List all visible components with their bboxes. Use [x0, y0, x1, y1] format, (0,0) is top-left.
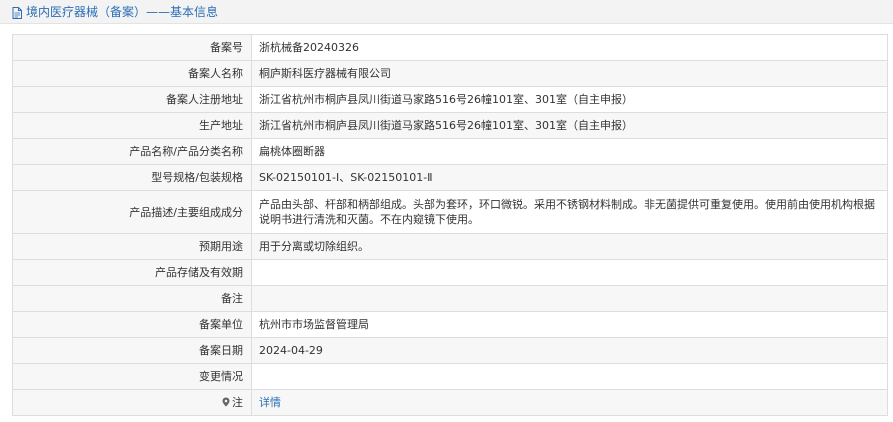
info-table-container: 备案号 浙杭械备20240326 备案人名称 桐庐斯科医疗器械有限公司 备案人注… — [12, 34, 888, 416]
table-row: 产品描述/主要组成成分 产品由头部、杆部和柄部组成。头部为套环，环口微锐。采用不… — [12, 190, 888, 234]
registered-address-label: 备案人注册地址 — [12, 86, 252, 113]
table-row: 生产地址 浙江省杭州市桐庐县凤川街道马家路516号26幢101室、301室（自主… — [12, 112, 888, 139]
info-table: 备案号 浙杭械备20240326 备案人名称 桐庐斯科医疗器械有限公司 备案人注… — [12, 34, 888, 416]
table-row: 预期用途 用于分离或切除组织。 — [12, 233, 888, 260]
storage-label: 产品存储及有效期 — [12, 259, 252, 286]
record-no-label: 备案号 — [12, 34, 252, 61]
agency-label: 备案单位 — [12, 311, 252, 338]
product-name-value: 扁桃体圈断器 — [251, 138, 888, 165]
intended-use-value: 用于分离或切除组织。 — [251, 233, 888, 260]
product-name-label: 产品名称/产品分类名称 — [12, 138, 252, 165]
location-pin-icon — [222, 397, 230, 407]
table-row: 备注 — [12, 285, 888, 312]
table-row: 备案单位 杭州市市场监督管理局 — [12, 311, 888, 338]
description-label: 产品描述/主要组成成分 — [12, 190, 252, 234]
production-address-value: 浙江省杭州市桐庐县凤川街道马家路516号26幢101室、301室（自主申报） — [251, 112, 888, 139]
remarks-label: 备注 — [12, 285, 252, 312]
table-row: 产品存储及有效期 — [12, 259, 888, 286]
agency-value: 杭州市市场监督管理局 — [251, 311, 888, 338]
record-date-label: 备案日期 — [12, 337, 252, 364]
intended-use-label: 预期用途 — [12, 233, 252, 260]
changes-label: 变更情况 — [12, 363, 252, 390]
table-row: 备案人名称 桐庐斯科医疗器械有限公司 — [12, 60, 888, 87]
note-label: 注 — [232, 396, 243, 409]
changes-value — [251, 363, 888, 390]
detail-link[interactable]: 详情 — [259, 396, 281, 409]
registrant-label: 备案人名称 — [12, 60, 252, 87]
table-row: 备案号 浙杭械备20240326 — [12, 34, 888, 61]
page-title: 境内医疗器械（备案）——基本信息 — [26, 5, 219, 19]
table-row: 备案人注册地址 浙江省杭州市桐庐县凤川街道马家路516号26幢101室、301室… — [12, 86, 888, 113]
registered-address-value: 浙江省杭州市桐庐县凤川街道马家路516号26幢101室、301室（自主申报） — [251, 86, 888, 113]
table-row: 型号规格/包装规格 SK-02150101-Ⅰ、SK-02150101-Ⅱ — [12, 164, 888, 191]
note-value-cell: 详情 — [251, 389, 888, 416]
remarks-value — [251, 285, 888, 312]
record-no-value: 浙杭械备20240326 — [251, 34, 888, 61]
production-address-label: 生产地址 — [12, 112, 252, 139]
record-date-value: 2024-04-29 — [251, 337, 888, 364]
registrant-value: 桐庐斯科医疗器械有限公司 — [251, 60, 888, 87]
page-header: 境内医疗器械（备案）——基本信息 — [0, 0, 893, 24]
description-value: 产品由头部、杆部和柄部组成。头部为套环，环口微锐。采用不锈钢材料制成。非无菌提供… — [251, 190, 888, 234]
table-row: 备案日期 2024-04-29 — [12, 337, 888, 364]
note-label-cell: 注 — [12, 389, 252, 416]
table-row: 产品名称/产品分类名称 扁桃体圈断器 — [12, 138, 888, 165]
model-spec-value: SK-02150101-Ⅰ、SK-02150101-Ⅱ — [251, 164, 888, 191]
storage-value — [251, 259, 888, 286]
model-spec-label: 型号规格/包装规格 — [12, 164, 252, 191]
table-row: 注 详情 — [12, 389, 888, 416]
table-row: 变更情况 — [12, 363, 888, 390]
document-icon — [12, 6, 22, 19]
